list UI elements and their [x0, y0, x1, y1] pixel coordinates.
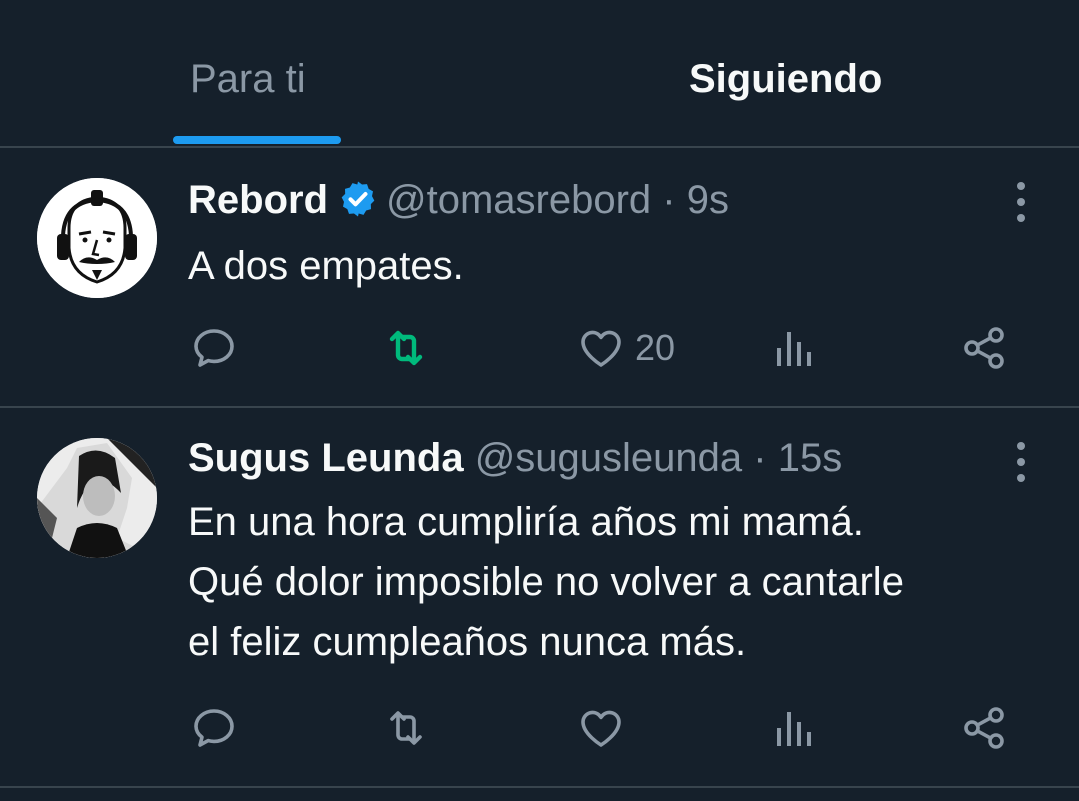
retweet-icon [390, 711, 422, 745]
heart-icon [581, 330, 621, 367]
tweet-header: Sugus Leunda @sugusleunda · 15s [188, 432, 842, 484]
author-name[interactable]: Rebord [188, 178, 328, 222]
heart-icon [581, 710, 621, 747]
like-button[interactable]: 20 [577, 318, 675, 378]
verified-badge-icon [341, 181, 375, 217]
timeline-tabs: Para ti Siguiendo [0, 0, 1079, 148]
more-icon[interactable] [1010, 180, 1032, 224]
reply-button[interactable] [190, 318, 238, 378]
tweet[interactable]: Rebord @tomasrebord · 9s A dos empates. [0, 148, 1079, 408]
tweet-actions [0, 698, 1079, 758]
tweet-header: Rebord @tomasrebord · 9s [188, 174, 729, 226]
retweet-button[interactable] [382, 318, 430, 378]
active-tab-indicator [173, 136, 341, 144]
reply-button[interactable] [190, 698, 238, 758]
tweet-text-line: Qué dolor imposible no volver a cantarle [188, 560, 904, 604]
dot-separator: · [753, 436, 767, 480]
tweet-text-line: En una hora cumpliría años mi mamá. [188, 500, 864, 544]
like-count: 20 [635, 327, 676, 368]
share-icon [964, 327, 1004, 369]
author-handle[interactable]: @sugusleunda [475, 436, 742, 480]
views-icon [777, 712, 811, 746]
dot-separator: · [662, 178, 676, 222]
cartoon-face-avatar-icon [37, 178, 157, 298]
tab-para-ti[interactable]: Para ti [190, 52, 306, 106]
profile-photo-avatar-icon [37, 438, 157, 558]
like-button[interactable] [577, 698, 635, 758]
retweet-icon [389, 330, 423, 366]
author-handle[interactable]: @tomasrebord [386, 178, 651, 222]
views-button[interactable] [769, 318, 817, 378]
tweet-text-line: A dos empates. [188, 244, 464, 288]
share-button[interactable] [960, 698, 1008, 758]
views-button[interactable] [769, 698, 817, 758]
avatar[interactable] [37, 438, 157, 558]
tweet-text: En una hora cumpliría años mi mamá. Qué … [188, 492, 1048, 672]
tweet-actions: 20 [0, 318, 1079, 378]
timestamp[interactable]: 9s [687, 178, 729, 222]
avatar[interactable] [37, 178, 157, 298]
share-button[interactable] [960, 318, 1008, 378]
retweet-button[interactable] [382, 698, 430, 758]
share-icon [964, 707, 1004, 749]
more-icon[interactable] [1010, 440, 1032, 484]
reply-icon [194, 329, 234, 367]
tweet-text: A dos empates. [188, 236, 1048, 296]
author-name[interactable]: Sugus Leunda [188, 436, 464, 480]
tab-siguiendo[interactable]: Siguiendo [689, 52, 882, 106]
tweet[interactable]: Sugus Leunda @sugusleunda · 15s En una h… [0, 408, 1079, 788]
reply-icon [194, 709, 234, 747]
views-icon [777, 332, 811, 366]
tweet-text-line: el feliz cumpleaños nunca más. [188, 620, 747, 664]
timestamp[interactable]: 15s [778, 436, 843, 480]
